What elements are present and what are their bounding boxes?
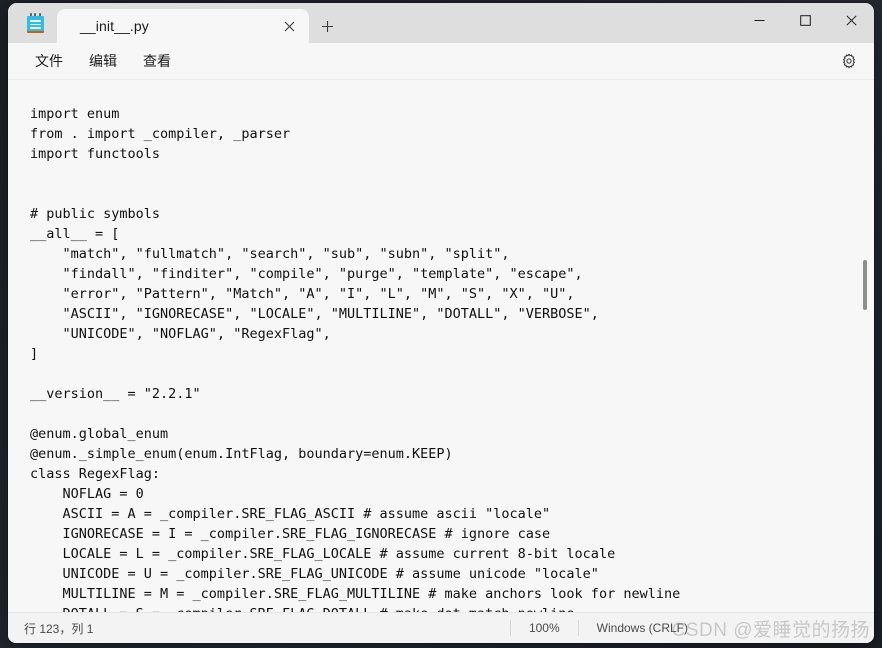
- zoom-level[interactable]: 100%: [509, 620, 578, 636]
- editor-area[interactable]: import enum from . import _compiler, _pa…: [8, 80, 874, 612]
- menu-bar: 文件 编辑 查看: [8, 43, 874, 80]
- menu-edit[interactable]: 编辑: [80, 47, 126, 75]
- line-ending[interactable]: Windows (CRLF): [577, 620, 706, 636]
- close-tab-icon[interactable]: [279, 16, 299, 36]
- minimize-button[interactable]: [736, 3, 782, 37]
- notepad-window: __init__.py 文件 编辑 查看 import enum from . …: [8, 3, 874, 643]
- scrollbar-thumb[interactable]: [863, 260, 867, 310]
- vertical-scrollbar[interactable]: [859, 80, 871, 612]
- menu-file[interactable]: 文件: [26, 47, 72, 75]
- status-right-group: 100% Windows (CRLF): [509, 613, 874, 643]
- title-bar: __init__.py: [8, 3, 874, 43]
- close-window-button[interactable]: [828, 3, 874, 37]
- caption-buttons: [736, 3, 874, 37]
- text-editor[interactable]: import enum from . import _compiler, _pa…: [8, 80, 874, 612]
- encoding-spacer: [706, 620, 874, 636]
- status-bar: 行 123，列 1 100% Windows (CRLF): [8, 612, 874, 643]
- maximize-button[interactable]: [782, 3, 828, 37]
- tab-title: __init__.py: [80, 18, 149, 34]
- gear-icon[interactable]: [836, 48, 862, 74]
- cursor-position[interactable]: 行 123，列 1: [24, 620, 93, 637]
- new-tab-button[interactable]: [314, 13, 340, 39]
- editor-content[interactable]: import enum from . import _compiler, _pa…: [30, 104, 874, 612]
- tab-init-py[interactable]: __init__.py: [57, 9, 309, 43]
- notepad-app-icon: [24, 12, 46, 34]
- menu-view[interactable]: 查看: [134, 47, 180, 75]
